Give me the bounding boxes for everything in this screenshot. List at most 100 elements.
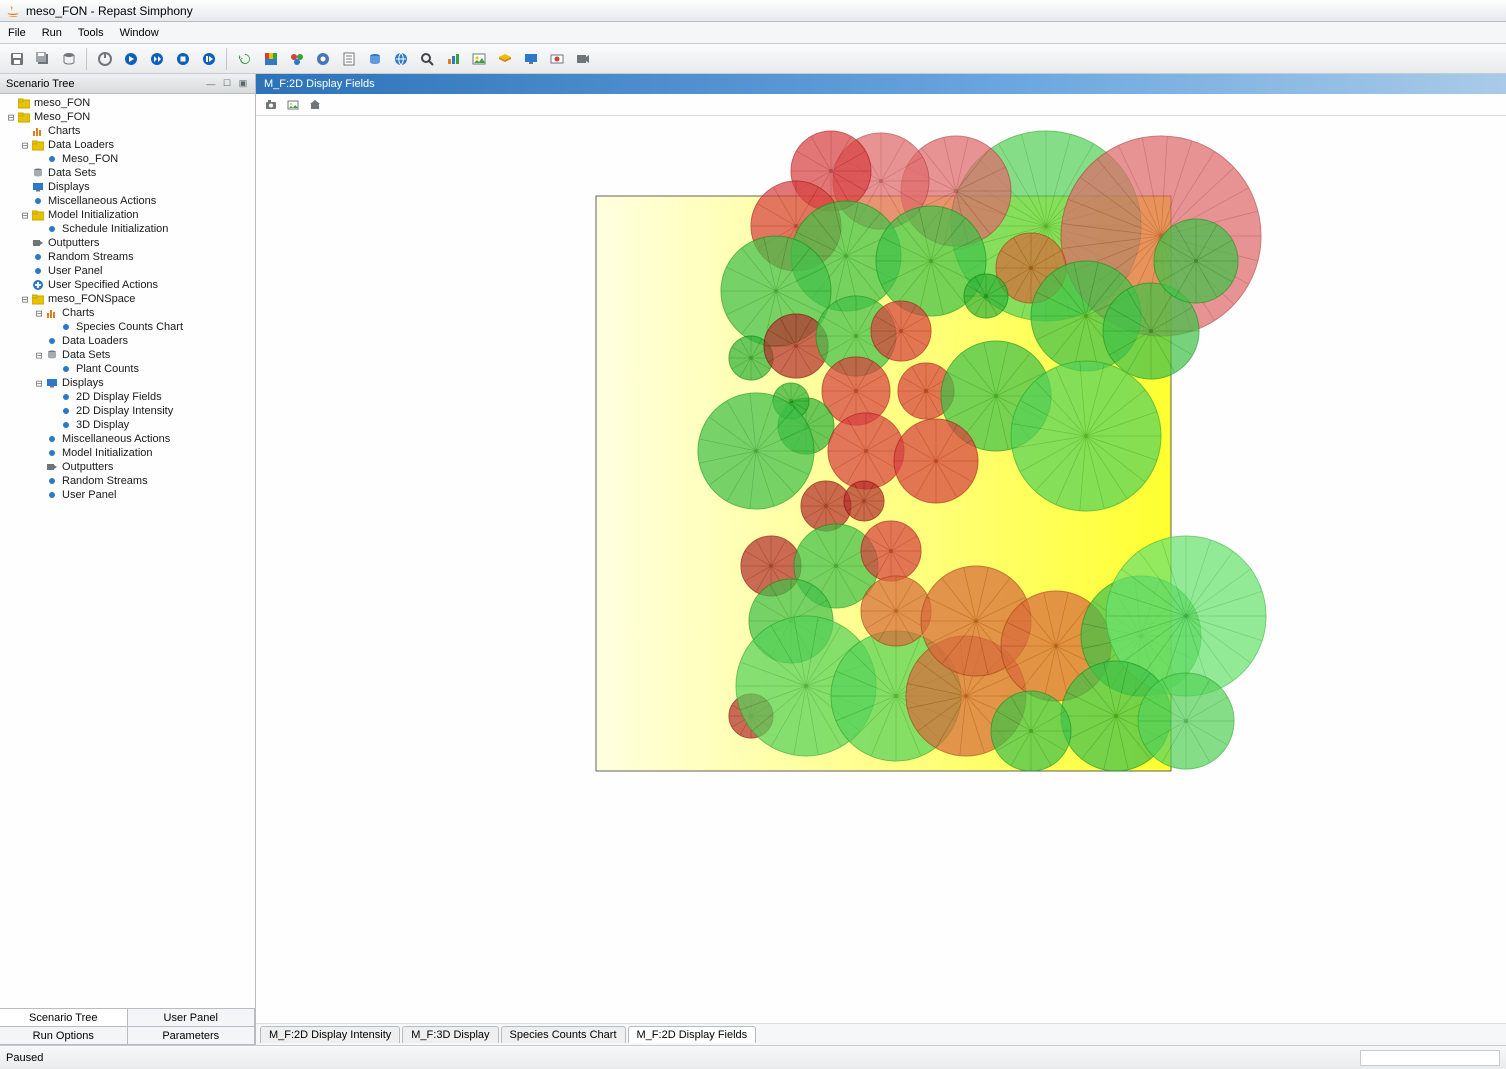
chart-icon[interactable] bbox=[442, 48, 464, 70]
tree-item[interactable]: User Panel bbox=[0, 264, 255, 278]
minimize-icon[interactable]: — bbox=[205, 78, 217, 90]
tree-item[interactable]: Outputters bbox=[0, 460, 255, 474]
tree-item[interactable]: 2D Display Intensity bbox=[0, 404, 255, 418]
globe-icon[interactable] bbox=[390, 48, 412, 70]
tree-label: Species Counts Chart bbox=[76, 321, 183, 333]
sidebar-tab[interactable]: User Panel bbox=[127, 1008, 256, 1027]
colormap-icon[interactable] bbox=[260, 48, 282, 70]
record-icon[interactable] bbox=[546, 48, 568, 70]
tree-icon bbox=[46, 153, 58, 165]
display-canvas[interactable] bbox=[256, 116, 1506, 986]
camera-icon[interactable] bbox=[262, 96, 280, 114]
tree-icon bbox=[60, 363, 72, 375]
tree-item[interactable]: Outputters bbox=[0, 236, 255, 250]
tree-icon bbox=[46, 377, 58, 389]
menu-window[interactable]: Window bbox=[116, 25, 163, 41]
tree-item[interactable]: User Specified Actions bbox=[0, 278, 255, 292]
view-tab[interactable]: Species Counts Chart bbox=[501, 1026, 626, 1043]
maximize-icon[interactable]: ☐ bbox=[221, 78, 233, 90]
tree-item[interactable]: User Panel bbox=[0, 488, 255, 502]
layer-icon[interactable] bbox=[494, 48, 516, 70]
db-icon[interactable] bbox=[58, 48, 80, 70]
snapshot-icon[interactable] bbox=[284, 96, 302, 114]
ff-icon[interactable] bbox=[146, 48, 168, 70]
agents-icon[interactable] bbox=[286, 48, 308, 70]
view-tab[interactable]: M_F:3D Display bbox=[402, 1026, 498, 1043]
tree-icon bbox=[46, 433, 58, 445]
pic-icon[interactable] bbox=[468, 48, 490, 70]
tree-item[interactable]: Displays bbox=[0, 180, 255, 194]
tree-item[interactable]: Charts bbox=[0, 124, 255, 138]
view-tab[interactable]: M_F:2D Display Intensity bbox=[260, 1026, 400, 1043]
view-tab[interactable]: M_F:2D Display Fields bbox=[628, 1026, 757, 1043]
toolbar bbox=[0, 44, 1506, 74]
tree-item[interactable]: ⊟Data Loaders bbox=[0, 138, 255, 152]
tree-item[interactable]: Random Streams bbox=[0, 474, 255, 488]
tree-label: Random Streams bbox=[62, 475, 148, 487]
tree-icon bbox=[46, 223, 58, 235]
menu-run[interactable]: Run bbox=[38, 25, 66, 41]
reset-icon[interactable] bbox=[234, 48, 256, 70]
main-view: M_F:2D Display Fields M_F:2D Display Int… bbox=[256, 74, 1506, 1045]
movie-icon[interactable] bbox=[572, 48, 594, 70]
tree-item[interactable]: Data Loaders bbox=[0, 334, 255, 348]
tree-label: Miscellaneous Actions bbox=[48, 195, 156, 207]
save-all-icon[interactable] bbox=[32, 48, 54, 70]
status-well bbox=[1360, 1050, 1500, 1066]
tree-item[interactable]: 2D Display Fields bbox=[0, 390, 255, 404]
tree-item[interactable]: Species Counts Chart bbox=[0, 320, 255, 334]
tree-item[interactable]: ⊟meso_FONSpace bbox=[0, 292, 255, 306]
tree-item[interactable]: ⊟Model Initialization bbox=[0, 208, 255, 222]
tree-item[interactable]: ⊟Charts bbox=[0, 306, 255, 320]
tree-icon bbox=[46, 335, 58, 347]
menu-file[interactable]: File bbox=[4, 25, 30, 41]
play-icon[interactable] bbox=[120, 48, 142, 70]
tree-item[interactable]: Schedule Initialization bbox=[0, 222, 255, 236]
view-tabs: M_F:2D Display IntensityM_F:3D DisplaySp… bbox=[256, 1023, 1506, 1045]
tree-item[interactable]: Model Initialization bbox=[0, 446, 255, 460]
tree-item[interactable]: Meso_FON bbox=[0, 152, 255, 166]
tree-icon bbox=[60, 405, 72, 417]
status-bar: Paused bbox=[0, 1045, 1506, 1069]
sidebar-tab[interactable]: Run Options bbox=[0, 1026, 128, 1045]
tree-icon bbox=[46, 447, 58, 459]
workspace: Scenario Tree — ☐ ▣ meso_FON⊟Meso_FONCha… bbox=[0, 74, 1506, 1045]
tree-item[interactable]: ⊟Displays bbox=[0, 376, 255, 390]
tree-label: Data Loaders bbox=[62, 335, 128, 347]
tree-label: Data Loaders bbox=[48, 139, 114, 151]
tree-label: Meso_FON bbox=[62, 153, 118, 165]
tree-label: Charts bbox=[62, 307, 94, 319]
tree-item[interactable]: Plant Counts bbox=[0, 362, 255, 376]
stop-icon[interactable] bbox=[172, 48, 194, 70]
menu-bar: File Run Tools Window bbox=[0, 22, 1506, 44]
log-icon[interactable] bbox=[338, 48, 360, 70]
menu-tools[interactable]: Tools bbox=[74, 25, 108, 41]
tree-icon bbox=[32, 237, 44, 249]
save-icon[interactable] bbox=[6, 48, 28, 70]
tree-item[interactable]: Data Sets bbox=[0, 166, 255, 180]
step-icon[interactable] bbox=[198, 48, 220, 70]
float-icon[interactable]: ▣ bbox=[237, 78, 249, 90]
display-canvas-wrap bbox=[256, 116, 1506, 1023]
tree-item[interactable]: meso_FON bbox=[0, 96, 255, 110]
home-icon[interactable] bbox=[306, 96, 324, 114]
dataset-icon[interactable] bbox=[364, 48, 386, 70]
sidebar-tab[interactable]: Parameters bbox=[127, 1026, 256, 1045]
init-icon[interactable] bbox=[94, 48, 116, 70]
tree-label: Model Initialization bbox=[48, 209, 139, 221]
tree-icon bbox=[18, 111, 30, 123]
zoom-icon[interactable] bbox=[416, 48, 438, 70]
tree-icon bbox=[32, 139, 44, 151]
tree-item[interactable]: ⊟Meso_FON bbox=[0, 110, 255, 124]
params-icon[interactable] bbox=[312, 48, 334, 70]
screen-icon[interactable] bbox=[520, 48, 542, 70]
scenario-tree[interactable]: meso_FON⊟Meso_FONCharts⊟Data LoadersMeso… bbox=[0, 94, 255, 1008]
tree-item[interactable]: Random Streams bbox=[0, 250, 255, 264]
tree-label: Plant Counts bbox=[76, 363, 139, 375]
tree-item[interactable]: ⊟Data Sets bbox=[0, 348, 255, 362]
tree-item[interactable]: Miscellaneous Actions bbox=[0, 432, 255, 446]
tree-item[interactable]: 3D Display bbox=[0, 418, 255, 432]
sidebar-tab[interactable]: Scenario Tree bbox=[0, 1008, 128, 1027]
tree-label: 2D Display Intensity bbox=[76, 405, 173, 417]
tree-item[interactable]: Miscellaneous Actions bbox=[0, 194, 255, 208]
